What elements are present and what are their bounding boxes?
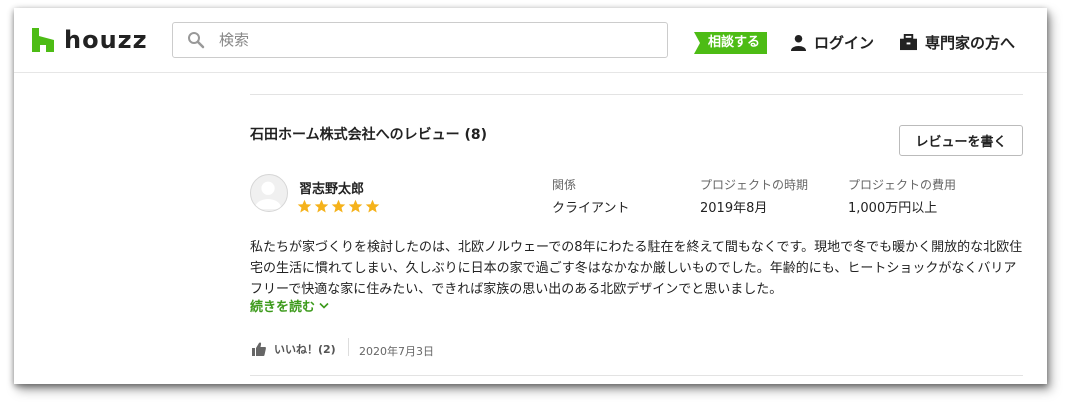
default-avatar-icon [254,181,282,210]
section-top-divider [250,94,1023,95]
login-label: ログイン [814,34,875,52]
project-cost-label: プロジェクトの費用 [848,178,957,192]
star-rating [297,199,382,214]
consult-tag-notch [694,32,700,54]
for-professionals-label: 専門家の方へ [925,34,1016,52]
houzz-logo-icon [32,28,54,52]
thumbs-up-icon [252,342,266,356]
avatar[interactable] [250,174,288,212]
user-icon [790,34,807,51]
logo-text: houzz [64,26,148,54]
star-icon [365,199,380,213]
relation-value: クライアント [552,201,630,216]
reviewer-name[interactable]: 習志野太郎 [299,178,364,197]
project-cost-meta: プロジェクトの費用 1,000万円以上 [848,176,956,216]
relation-meta: 関係 クライアント [552,176,629,216]
search-box[interactable] [172,22,668,58]
reviews-title: 石田ホーム株式会社へのレビュー (8) [250,127,487,143]
review-date: 2020年7月3日 [359,345,434,358]
read-more-label: 続きを読む [250,300,316,315]
review-text: 私たちが家づくりを検討したのは、北欧ノルウェーでの8年にわたる駐在を終えて間もな… [250,240,1023,297]
star-icon [331,199,346,213]
browser-page: houzz 相談する ログイン 専門家 [14,8,1047,384]
write-review-button[interactable]: レビューを書く [899,125,1023,156]
read-more-link[interactable]: 続きを読む [250,296,329,315]
consult-button[interactable]: 相談する [694,32,768,54]
like-button[interactable]: いいね！(2) [252,341,336,357]
houzz-logo[interactable]: houzz [32,26,148,54]
project-period-meta: プロジェクトの時期 2019年8月 [700,176,808,216]
star-icon [314,199,329,213]
search-icon [188,32,205,49]
meta-separator [348,338,349,356]
section-bottom-divider [250,375,1023,376]
login-link[interactable]: ログイン [790,32,874,53]
star-icon [348,199,363,213]
search-input[interactable] [217,30,641,50]
like-label: いいね！(2) [274,343,336,356]
consult-label: 相談する [708,35,761,50]
relation-label: 関係 [552,178,577,192]
reviews-section: 石田ホーム株式会社へのレビュー (8) レビューを書く 習志野太郎 関係 クライ… [14,72,1047,384]
for-professionals-link[interactable]: 専門家の方へ [899,32,1015,53]
project-period-label: プロジェクトの時期 [700,178,809,192]
star-icon [297,199,312,213]
project-period-value: 2019年8月 [700,201,768,216]
briefcase-icon [900,34,917,51]
chevron-down-icon [319,302,329,309]
top-navigation-bar: houzz 相談する ログイン 専門家 [14,8,1047,73]
project-cost-value: 1,000万円以上 [848,201,938,216]
